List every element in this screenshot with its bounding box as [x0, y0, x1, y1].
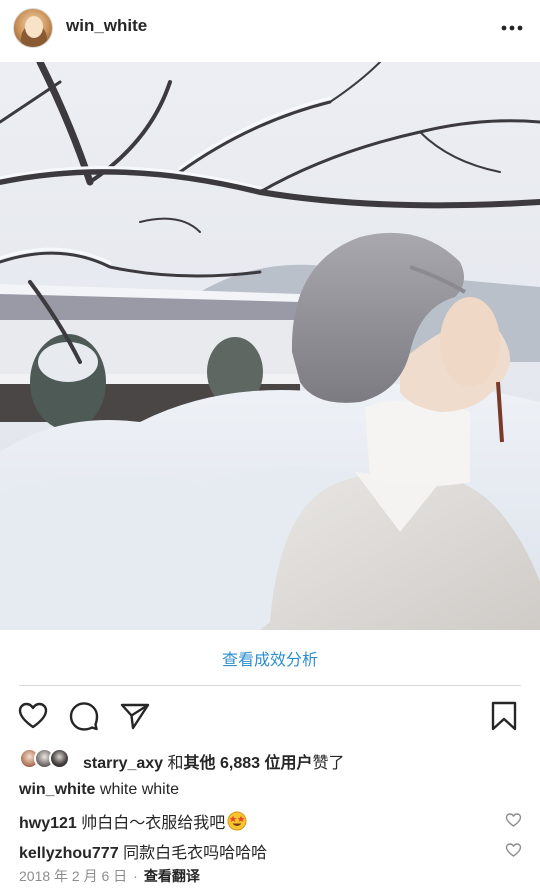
- likes-connector: 和: [163, 755, 184, 772]
- post-photo[interactable]: [0, 62, 540, 630]
- comment-text: 帅白白～衣服给我吧: [81, 815, 226, 832]
- post-caption: win_white white white: [19, 781, 179, 799]
- caption-text: white white: [99, 781, 180, 798]
- bookmark-icon[interactable]: [488, 700, 520, 732]
- see-translation-link[interactable]: 查看翻译: [144, 868, 200, 884]
- post-date: 2018 年 2 月 6 日: [19, 868, 128, 884]
- caption-author[interactable]: win_white: [19, 781, 95, 798]
- comment: hwy121 帅白白～衣服给我吧: [19, 808, 529, 832]
- likes-summary: starry_axy 和其他 6,883 位用户赞了: [83, 749, 344, 773]
- divider: [19, 685, 521, 686]
- comment-body: hwy121 帅白白～衣服给我吧: [19, 809, 247, 833]
- comment: kellyzhou777 同款白毛衣吗哈哈哈: [19, 838, 529, 862]
- star-struck-emoji-icon: [227, 811, 247, 831]
- comment-author[interactable]: hwy121: [19, 815, 77, 832]
- comment-bubble-icon[interactable]: [68, 700, 100, 732]
- heart-icon[interactable]: [17, 700, 49, 732]
- comment-text: 同款白毛衣吗哈哈哈: [123, 845, 268, 862]
- username[interactable]: win_white: [66, 16, 147, 36]
- comment-author[interactable]: kellyzhou777: [19, 845, 119, 862]
- post-meta: 2018 年 2 月 6 日 · 查看翻译: [19, 866, 200, 886]
- comment-heart-icon[interactable]: [505, 812, 522, 828]
- liker-avatar: [49, 748, 70, 769]
- post-header: win_white: [0, 0, 540, 56]
- avatar[interactable]: [13, 8, 53, 48]
- more-horizontal-icon[interactable]: [498, 18, 526, 38]
- likes-count[interactable]: 其他 6,883 位用户: [184, 755, 313, 772]
- comment-body: kellyzhou777 同款白毛衣吗哈哈哈: [19, 839, 267, 863]
- meta-separator: ·: [133, 868, 138, 884]
- view-insights-link[interactable]: 查看成效分析: [0, 646, 540, 670]
- likes-row[interactable]: starry_axy 和其他 6,883 位用户赞了: [19, 746, 529, 772]
- first-liker[interactable]: starry_axy: [83, 755, 163, 772]
- paper-plane-icon[interactable]: [119, 700, 151, 732]
- comment-heart-icon[interactable]: [505, 842, 522, 858]
- likes-suffix: 赞了: [312, 755, 345, 772]
- action-bar: [0, 700, 540, 732]
